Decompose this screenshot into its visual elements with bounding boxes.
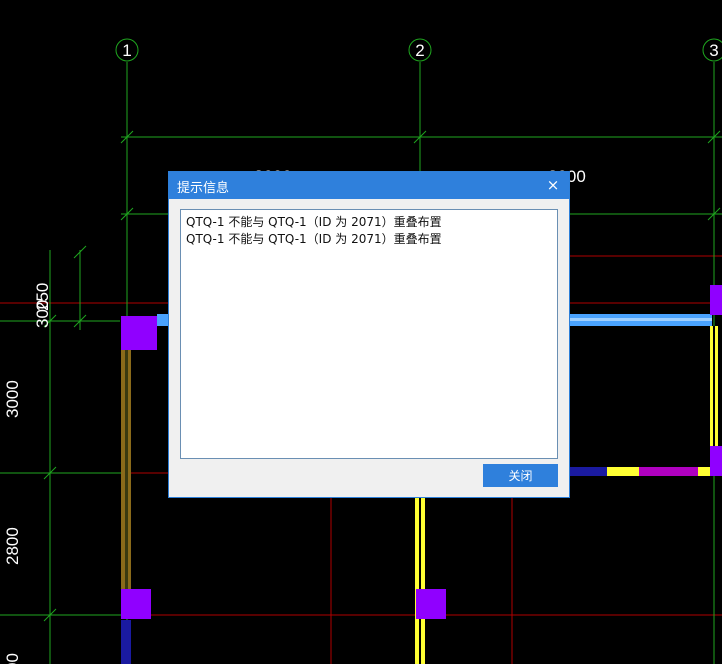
dimension-left-bottom: 00 bbox=[3, 653, 22, 664]
svg-text:3: 3 bbox=[709, 41, 718, 60]
beam-mid-purple bbox=[639, 467, 699, 476]
message-line: QTQ-1 不能与 QTQ-1（ID 为 2071）重叠布置 bbox=[186, 215, 442, 229]
beam-mid-yellow-a bbox=[607, 467, 639, 476]
beam-mid-blue bbox=[570, 467, 610, 476]
dimension-left-3000: 3000 bbox=[3, 380, 22, 418]
axis-bubble-1: 1 bbox=[115, 38, 139, 62]
column-2b[interactable] bbox=[416, 589, 446, 619]
beam-top-right-highlight bbox=[570, 318, 712, 321]
message-dialog: 提示信息 × QTQ-1 不能与 QTQ-1（ID 为 2071）重叠布置 QT… bbox=[168, 171, 570, 498]
column-1a[interactable] bbox=[121, 316, 157, 350]
svg-text:2: 2 bbox=[415, 41, 424, 60]
axis-bubble-2: 2 bbox=[408, 38, 432, 62]
wall-right-core bbox=[713, 326, 715, 448]
wall-left-bottom-blue bbox=[121, 620, 131, 664]
message-line: QTQ-1 不能与 QTQ-1（ID 为 2071）重叠布置 bbox=[186, 232, 442, 246]
message-list[interactable]: QTQ-1 不能与 QTQ-1（ID 为 2071）重叠布置 QTQ-1 不能与… bbox=[180, 209, 558, 459]
column-3a[interactable] bbox=[710, 285, 722, 315]
wall-center-core bbox=[419, 498, 421, 664]
close-button[interactable]: 关闭 bbox=[483, 464, 558, 487]
dialog-titlebar[interactable]: 提示信息 × bbox=[169, 172, 569, 199]
beam-mid-yellow-b bbox=[698, 467, 712, 476]
column-3b[interactable] bbox=[710, 446, 722, 476]
dialog-title: 提示信息 bbox=[177, 181, 230, 196]
axis-bubble-3: 3 bbox=[702, 38, 722, 62]
close-icon[interactable]: × bbox=[545, 176, 561, 194]
column-1b[interactable] bbox=[121, 589, 151, 619]
dimension-left-2800: 2800 bbox=[3, 527, 22, 565]
wall-left-core bbox=[125, 346, 128, 590]
dimension-left-250: 250 bbox=[33, 283, 52, 311]
svg-text:1: 1 bbox=[122, 41, 131, 60]
